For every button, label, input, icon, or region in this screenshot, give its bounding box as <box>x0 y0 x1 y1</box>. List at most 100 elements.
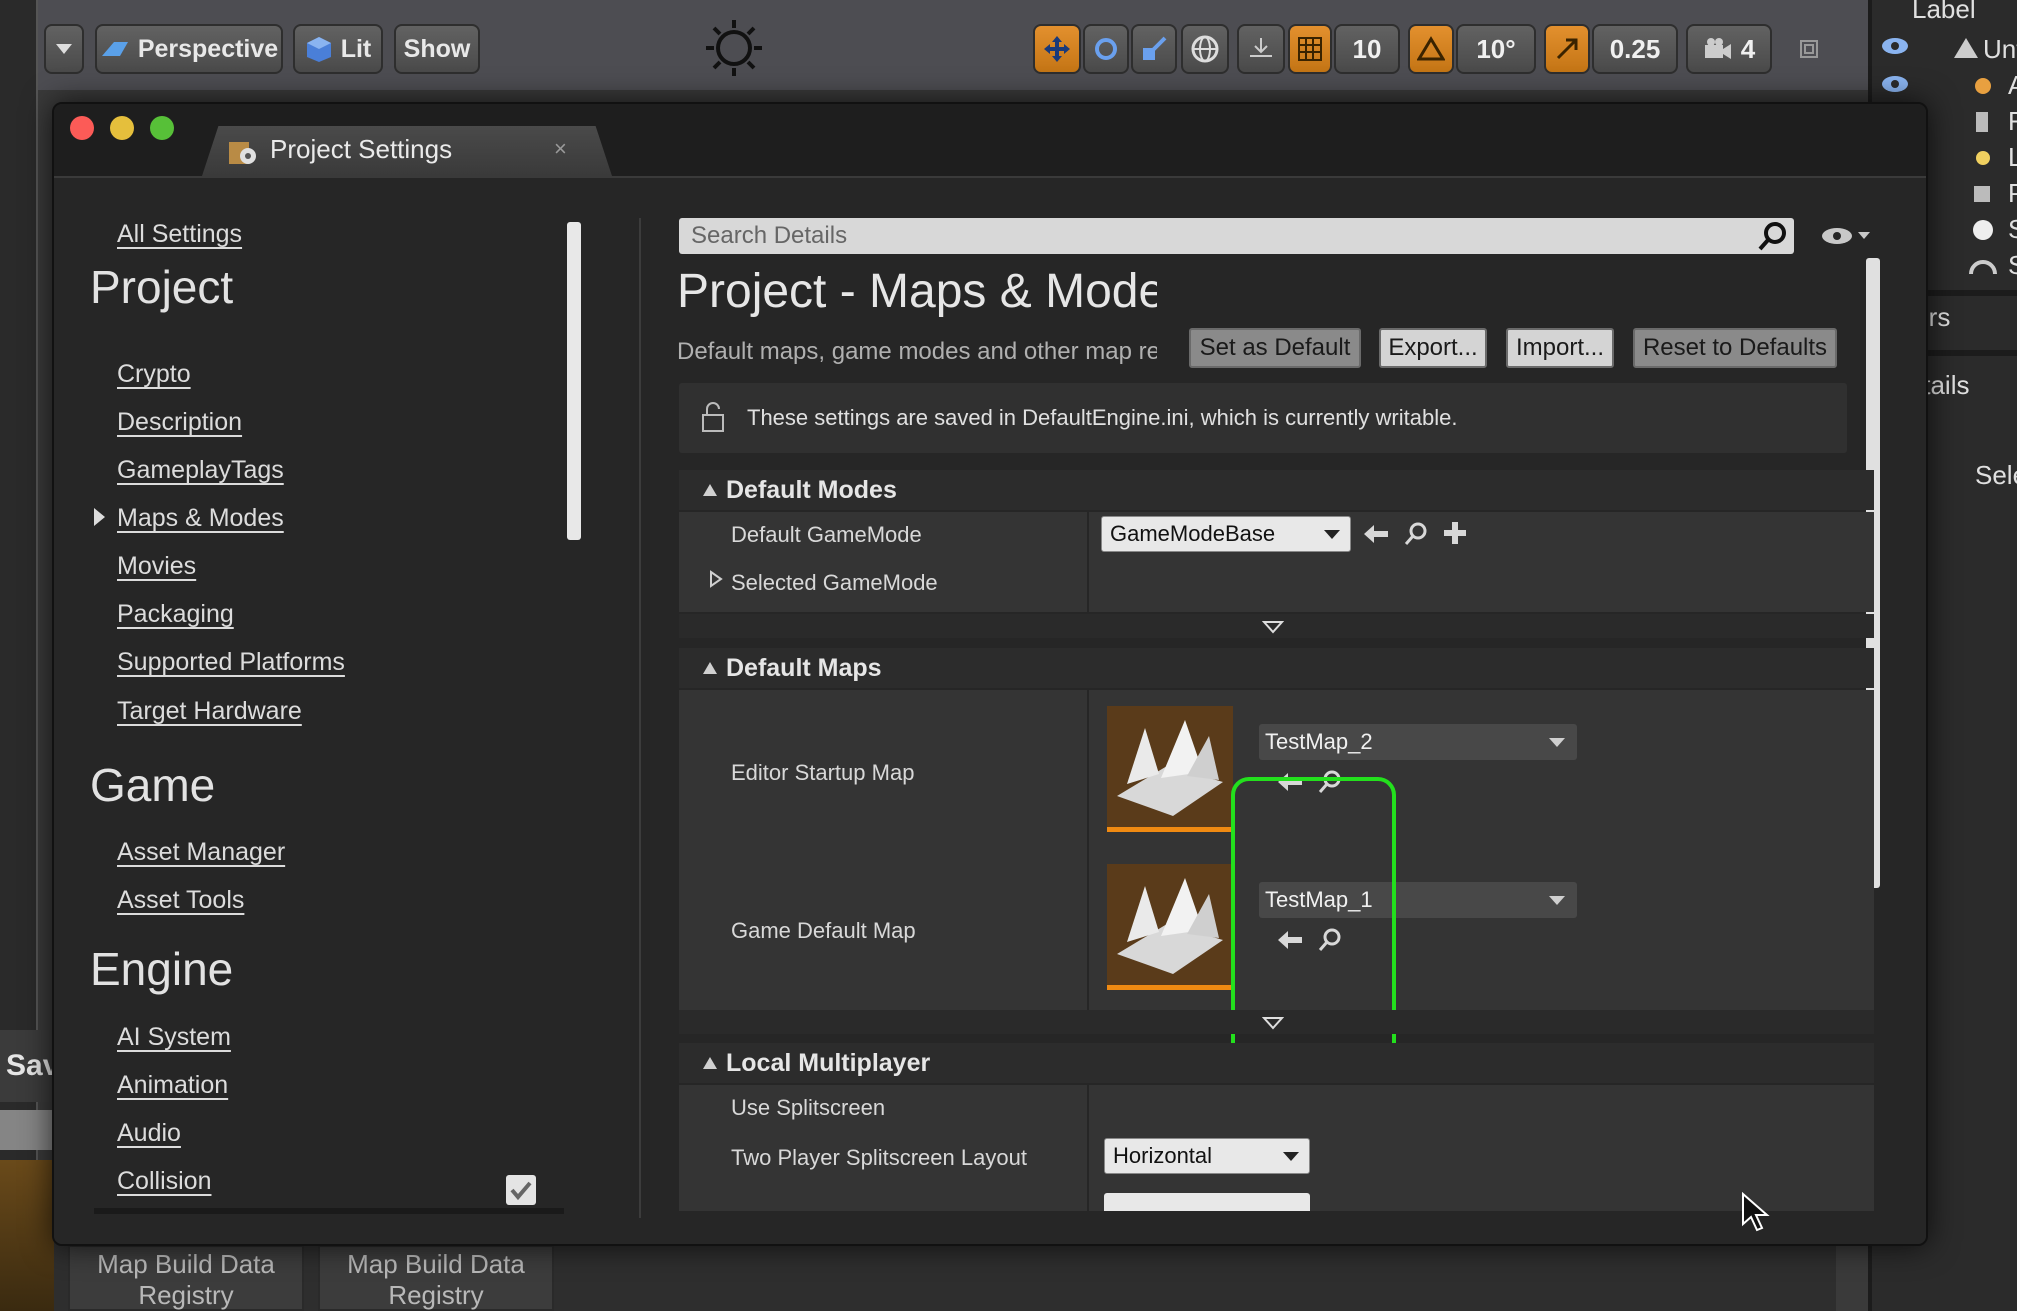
lit-cube-icon <box>306 37 331 62</box>
scale-snap-value[interactable]: 0.25 <box>1592 24 1678 74</box>
sidebar-item-collision[interactable]: Collision <box>117 1167 211 1196</box>
editor-startup-map-thumbnail[interactable] <box>1107 706 1233 832</box>
category-default-modes[interactable]: Default Modes <box>679 470 1874 510</box>
column-divider[interactable] <box>1087 512 1089 612</box>
game-default-map-thumbnail[interactable] <box>1107 864 1233 990</box>
writable-notice: These settings are saved in DefaultEngin… <box>679 383 1847 453</box>
dropdown-arrow-icon <box>1549 896 1565 905</box>
pane-divider[interactable] <box>639 218 641 1218</box>
tab-close-icon[interactable]: × <box>554 136 567 162</box>
sidebar-item-packaging[interactable]: Packaging <box>117 600 234 629</box>
rotation-snap-toggle[interactable] <box>1408 24 1454 74</box>
maximize-viewport-button[interactable] <box>1790 24 1828 74</box>
outliner-row[interactable]: F <box>2008 106 2017 137</box>
actor-icon <box>1974 186 1990 202</box>
outliner-row[interactable]: S <box>2008 214 2017 245</box>
minimize-window-button[interactable] <box>110 116 134 140</box>
sidebar-item-crypto[interactable]: Crypto <box>117 360 191 389</box>
add-plus-icon[interactable] <box>1442 520 1468 546</box>
scale-snap-number: 0.25 <box>1609 33 1661 64</box>
two-player-layout-combo[interactable]: Horizontal <box>1104 1138 1310 1174</box>
set-as-default-button[interactable]: Set as Default <box>1189 328 1361 368</box>
sidebar-item-supported-platforms[interactable]: Supported Platforms <box>117 648 345 677</box>
globe-icon <box>1191 35 1219 63</box>
details-panel: Project - Maps & Modes Default maps, gam… <box>677 178 1899 1244</box>
scale-snap-toggle[interactable] <box>1544 24 1590 74</box>
map-build-data-tab[interactable]: Map Build Data Registry <box>318 1245 554 1311</box>
use-selected-arrow-icon[interactable] <box>1362 522 1390 546</box>
sidebar-item-maps-modes[interactable]: Maps & Modes <box>117 504 284 533</box>
outliner-row[interactable]: L <box>2008 142 2017 173</box>
close-window-button[interactable] <box>70 116 94 140</box>
search-details-input[interactable] <box>679 218 1794 254</box>
expand-down-icon <box>1262 1017 1284 1030</box>
settings-gear-icon <box>229 142 256 164</box>
sidebar-item-description[interactable]: Description <box>117 408 242 437</box>
zoom-window-button[interactable] <box>150 116 174 140</box>
rotate-tool-button[interactable] <box>1083 24 1129 74</box>
sidebar-item-asset-manager[interactable]: Asset Manager <box>117 838 285 867</box>
selected-gamemode-label[interactable]: Selected GameMode <box>731 570 938 596</box>
reset-to-defaults-button[interactable]: Reset to Defaults <box>1633 328 1837 368</box>
category-default-maps[interactable]: Default Maps <box>679 648 1874 688</box>
camera-speed-button[interactable]: 4 <box>1686 24 1772 74</box>
project-settings-window: Project Settings × All Settings Project … <box>52 102 1928 1246</box>
advanced-expander[interactable] <box>679 1010 1874 1034</box>
translate-tool-button[interactable] <box>1033 24 1081 74</box>
viewport-options-button[interactable] <box>44 24 84 74</box>
map-build-data-tab[interactable]: Map Build Data Registry <box>68 1245 304 1311</box>
advanced-expander[interactable] <box>679 614 1874 638</box>
import-button[interactable]: Import... <box>1506 328 1614 368</box>
browse-search-icon[interactable] <box>1402 520 1430 548</box>
sidebar-item-movies[interactable]: Movies <box>117 552 196 581</box>
window-titlebar: Project Settings × <box>54 104 1926 176</box>
lit-button[interactable]: Lit <box>293 24 383 74</box>
sidebar-scrollbar[interactable] <box>567 222 581 540</box>
rotate-icon <box>1095 38 1117 60</box>
visibility-eye-icon[interactable] <box>1880 74 1910 94</box>
rotation-snap-value[interactable]: 10° <box>1456 24 1536 74</box>
perspective-button[interactable]: Perspective <box>95 24 283 74</box>
select-hint-text: Sele <box>1975 460 2017 490</box>
category-local-multiplayer[interactable]: Local Multiplayer <box>679 1043 1874 1083</box>
sidebar-item-ai-system[interactable]: AI System <box>117 1023 231 1052</box>
grid-snap-toggle[interactable] <box>1288 24 1332 74</box>
expand-triangle-icon[interactable] <box>709 570 723 588</box>
outliner-row[interactable]: P <box>2008 178 2017 209</box>
sidebar-item-all-settings[interactable]: All Settings <box>117 220 242 249</box>
search-icon[interactable] <box>1757 220 1789 252</box>
page-subtitle: Default maps, game modes and other map r… <box>677 338 1157 365</box>
sidebar-item-audio[interactable]: Audio <box>117 1119 181 1148</box>
sun-gizmo-icon <box>706 20 762 76</box>
world-local-button[interactable] <box>1181 24 1229 74</box>
sidebar-item-animation[interactable]: Animation <box>117 1071 228 1100</box>
sidebar-item-target-hardware[interactable]: Target Hardware <box>117 697 302 726</box>
use-splitscreen-checkbox[interactable] <box>506 1175 536 1205</box>
export-button[interactable]: Export... <box>1379 328 1487 368</box>
settings-sidebar: All Settings Project Crypto Description … <box>54 178 624 1244</box>
view-options-eye-icon[interactable] <box>1820 224 1870 248</box>
grid-snap-value[interactable]: 10 <box>1334 24 1400 74</box>
outliner-row-untitled[interactable]: Unt <box>1983 34 2017 65</box>
sidebar-item-asset-tools[interactable]: Asset Tools <box>117 886 244 915</box>
column-divider[interactable] <box>1087 690 1089 1012</box>
show-button[interactable]: Show <box>394 24 480 74</box>
sidebar-item-gameplaytags[interactable]: GameplayTags <box>117 456 284 485</box>
editor-startup-map-combo[interactable]: TestMap_2 <box>1259 724 1577 760</box>
reset-label: Reset to Defaults <box>1642 334 1828 361</box>
scale-tool-button[interactable] <box>1131 24 1177 74</box>
outliner-row[interactable]: A <box>2008 70 2017 101</box>
maximize-icon <box>1800 40 1818 58</box>
default-gamemode-combo[interactable]: GameModeBase <box>1101 516 1351 552</box>
default-modes-body: Default GameMode GameModeBase Selected G… <box>679 512 1874 612</box>
two-player-splitscreen-label: Two Player Splitscreen Layout <box>731 1145 1027 1170</box>
dropdown-arrow-icon <box>1324 530 1340 539</box>
visibility-eye-icon[interactable] <box>1880 36 1910 56</box>
sun-icon <box>1976 151 1990 165</box>
partially-visible-combo[interactable] <box>1104 1193 1310 1211</box>
outliner-row[interactable]: S <box>2008 250 2017 281</box>
surface-snap-button[interactable] <box>1237 24 1285 74</box>
save-button-fragment[interactable]: Sav <box>0 1030 54 1102</box>
column-divider[interactable] <box>1087 1085 1089 1211</box>
editor-startup-map-value: TestMap_2 <box>1265 729 1373 754</box>
